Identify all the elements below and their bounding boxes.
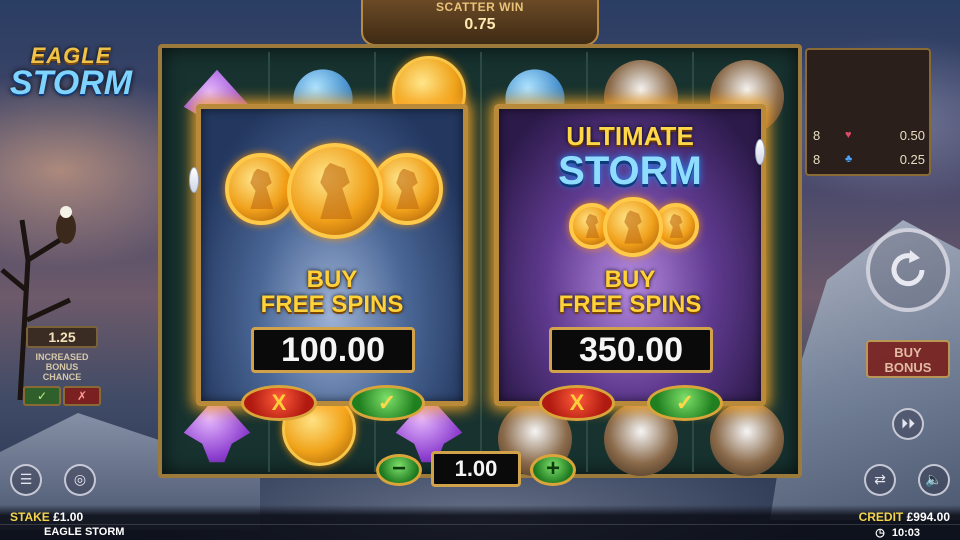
spin-arrow-icon	[891, 250, 925, 287]
scatter-win-display: SCATTER WIN 0.75	[361, 0, 599, 46]
clock-display: ◷ 10:03	[875, 526, 920, 539]
repeat-icon[interactable]: ⇄	[864, 464, 896, 496]
bonus-chance-on-button[interactable]: ✓	[23, 386, 61, 406]
game-name-label: EAGLE STORM	[44, 526, 125, 538]
buy-free-spins-title: BUY FREE SPINS	[260, 266, 404, 319]
clock-icon: ◷	[875, 527, 885, 539]
clock-time: 10:03	[891, 527, 920, 539]
bison-symbol	[710, 402, 784, 476]
logo-line2: STORM	[9, 63, 133, 102]
heart-icon: ♥	[845, 129, 852, 141]
sound-icon[interactable]: 🔈	[918, 464, 950, 496]
scatter-win-value: 0.75	[464, 16, 496, 33]
autoplay-icon[interactable]: ⏵⏵	[892, 408, 924, 440]
ultimate-storm-title: ULTIMATE STORM	[499, 123, 761, 191]
confirm-ultimate-storm-button[interactable]: ✓	[647, 385, 723, 421]
scatter-win-label: SCATTER WIN	[436, 0, 524, 14]
credit-label: CREDIT	[858, 510, 904, 524]
win-paytable-panel: 8 ♥ 0.50 8 ♣ 0.25	[805, 48, 931, 176]
paytable-count: 8	[813, 127, 821, 143]
bonus-chance-multiplier: 1.25	[26, 326, 98, 348]
stake-label: STAKE	[10, 510, 50, 524]
confirm-free-spins-button[interactable]: ✓	[349, 385, 425, 421]
paytable-amount: 0.25	[899, 151, 925, 167]
stake-value: £1.00	[53, 510, 84, 524]
bonus-chance-off-button[interactable]: ✗	[63, 386, 101, 406]
bonus-chance-caption: INCREASED BONUS CHANCE	[35, 352, 89, 382]
buy-free-spins-panel: BUY FREE SPINS 100.00 X ✓	[189, 104, 468, 421]
bonus-chance-toggle: ✓ ✗	[22, 386, 102, 406]
menu-icon[interactable]: ☰	[10, 464, 42, 496]
stake-display: STAKE £1.00	[10, 510, 83, 524]
status-divider	[0, 524, 960, 525]
buy-free-spins-title: BUY FREE SPINS	[558, 266, 702, 319]
free-spins-price: 100.00	[251, 327, 415, 373]
club-icon: ♣	[845, 153, 853, 165]
paytable-count: 8	[813, 151, 821, 167]
decrease-bet-button[interactable]: −	[376, 454, 422, 486]
coins-icon[interactable]: ◎	[64, 464, 96, 496]
ultimate-storm-title-line1: ULTIMATE	[566, 121, 694, 151]
spin-button[interactable]	[866, 228, 950, 312]
paytable-amount: 0.50	[899, 127, 925, 143]
buy-ultimate-storm-panel: ULTIMATE STORM BUY FREE SPINS 350.00 X ✓	[494, 104, 766, 421]
increased-bonus-chance-widget: 1.25 INCREASED BONUS CHANCE ✓ ✗	[22, 326, 102, 416]
coins-illustration	[201, 143, 463, 243]
credit-value: £994.00	[906, 510, 950, 524]
increase-bet-button[interactable]: +	[530, 454, 576, 486]
eagle-coin-icon	[603, 197, 663, 257]
status-bar	[0, 505, 960, 540]
feather-decoration	[189, 167, 199, 193]
paytable-row: 8 ♥ 0.50	[813, 124, 925, 146]
buy-bonus-button[interactable]: BUY BONUS	[866, 340, 950, 378]
paytable-row: 8 ♣ 0.25	[813, 148, 925, 170]
ultimate-storm-title-line2: STORM	[558, 149, 702, 193]
game-logo: EAGLE STORM	[6, 45, 136, 102]
cancel-free-spins-button[interactable]: X	[241, 385, 317, 421]
credit-display: CREDIT £994.00	[859, 510, 950, 524]
bet-value-display: 1.00	[431, 451, 521, 487]
eagle-coin-icon	[287, 143, 383, 239]
ultimate-storm-price: 350.00	[549, 327, 713, 373]
cancel-ultimate-storm-button[interactable]: X	[539, 385, 615, 421]
